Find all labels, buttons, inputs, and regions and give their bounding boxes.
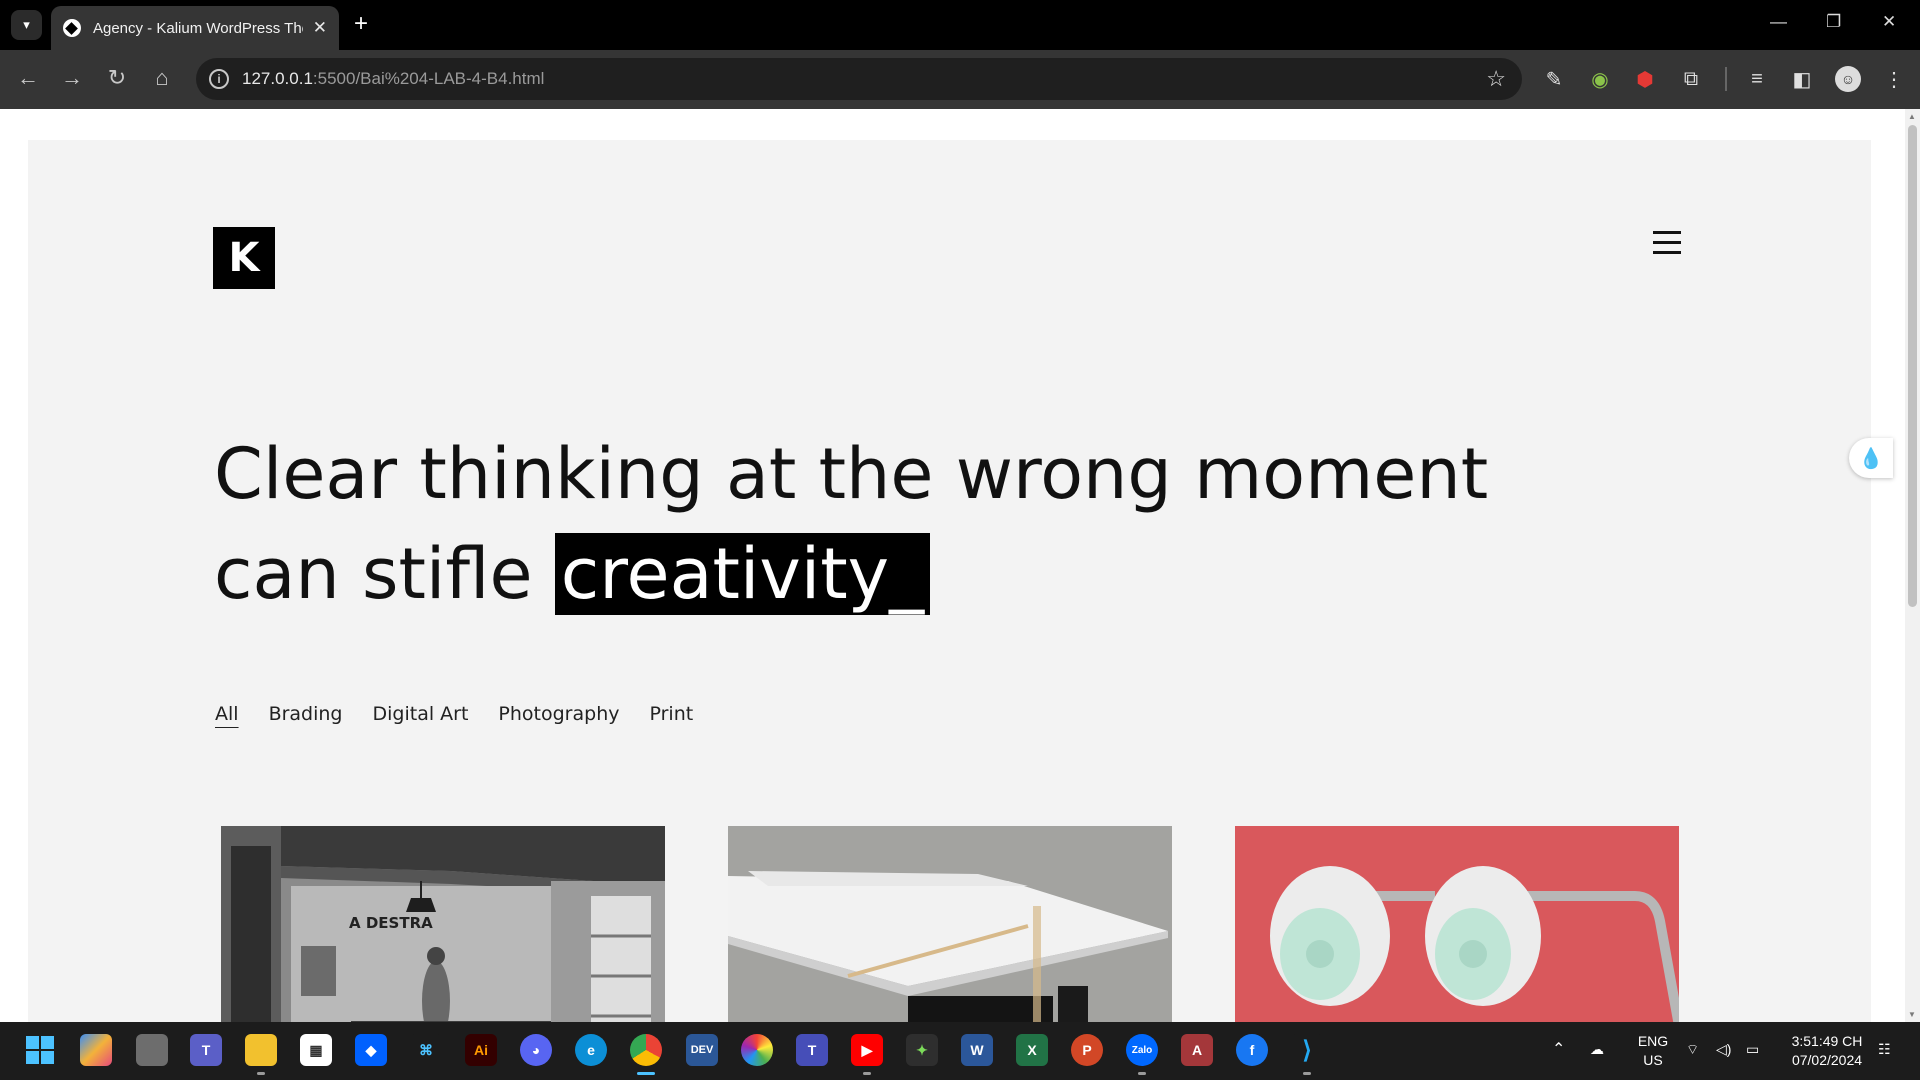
hamburger-menu-icon[interactable] — [1653, 231, 1681, 255]
portfolio-item-lamps[interactable] — [1235, 826, 1679, 1022]
browser-tab-active[interactable]: Agency - Kalium WordPress Theme ✕ — [51, 6, 339, 50]
browser-menu-icon[interactable]: ⋮ — [1881, 66, 1907, 92]
media-controls-icon[interactable]: ≡ — [1744, 66, 1770, 92]
filter-photography[interactable]: Photography — [498, 703, 619, 725]
filter-brading[interactable]: Brading — [269, 703, 343, 725]
filter-all[interactable]: All — [215, 703, 239, 725]
access-icon[interactable]: A — [1181, 1034, 1213, 1066]
teams-classic-icon[interactable]: T — [796, 1034, 828, 1066]
word-icon[interactable]: W — [961, 1034, 993, 1066]
facebook-icon[interactable]: f — [1236, 1034, 1268, 1066]
reload-button[interactable]: ↻ — [101, 62, 133, 94]
site-info-icon[interactable]: i — [209, 69, 229, 89]
portfolio-item-table[interactable] — [728, 826, 1172, 1022]
volume-icon[interactable]: ◁) — [1716, 1040, 1731, 1059]
floating-helper-button[interactable]: 💧 — [1849, 438, 1893, 478]
scroll-up-icon[interactable]: ▲ — [1908, 112, 1916, 121]
page-container: K Clear thinking at the wrong moment can… — [28, 140, 1871, 1022]
bookmark-star-icon[interactable]: ☆ — [1486, 66, 1506, 92]
minimize-button[interactable]: — — [1770, 12, 1787, 32]
copilot-icon[interactable] — [80, 1034, 112, 1066]
vscode-icon[interactable]: ⟩ — [1291, 1034, 1323, 1066]
extensions-puzzle-icon[interactable]: ⧉ — [1678, 66, 1704, 92]
wall-lettering: A DESTRA — [349, 914, 433, 932]
file-explorer-icon[interactable] — [245, 1034, 277, 1066]
office-image: A DESTRA — [221, 826, 665, 1022]
close-window-button[interactable]: ✕ — [1882, 12, 1896, 32]
hero-headline: Clear thinking at the wrong moment can s… — [214, 424, 1634, 624]
browser-tab-bar: ▾ Agency - Kalium WordPress Theme ✕ + — … — [0, 0, 1920, 50]
table-image — [728, 826, 1172, 1022]
profile-avatar[interactable]: ☺ — [1835, 66, 1861, 92]
forward-button[interactable]: → — [56, 62, 88, 94]
teams-icon[interactable]: T — [190, 1034, 222, 1066]
page-viewport: K Clear thinking at the wrong moment can… — [0, 109, 1905, 1022]
red-extension-icon[interactable]: ⬢ — [1632, 66, 1658, 92]
scrollbar-thumb[interactable] — [1908, 125, 1917, 607]
windows-taskbar: T ▦ ◆ ⌘ Ai ◕ e DEV T ▶ ✦ W X P Zalo A f … — [0, 1022, 1920, 1080]
tab-title: Agency - Kalium WordPress Theme — [92, 19, 303, 37]
new-tab-button[interactable]: + — [354, 10, 368, 38]
eyedropper-extension-icon[interactable]: ✎ — [1541, 66, 1567, 92]
tab-close-icon[interactable]: ✕ — [313, 18, 327, 38]
notification-bell-icon[interactable]: ☷ — [1878, 1040, 1891, 1059]
task-view-icon[interactable] — [136, 1034, 168, 1066]
onedrive-cloud-icon[interactable]: ☁ — [1590, 1040, 1604, 1059]
file-explorer-running-indicator — [257, 1072, 265, 1075]
toolbar-separator — [1725, 67, 1727, 91]
portfolio-item-office[interactable]: A DESTRA — [221, 826, 665, 1022]
start-button-icon[interactable] — [24, 1034, 56, 1066]
dropbox-icon[interactable]: ◆ — [355, 1034, 387, 1066]
excel-icon[interactable]: X — [1016, 1034, 1048, 1066]
scroll-down-icon[interactable]: ▼ — [1908, 1010, 1916, 1019]
dev-home-icon[interactable]: DEV — [686, 1034, 718, 1066]
color-picker-icon[interactable] — [741, 1034, 773, 1066]
terminal-icon[interactable]: ⌘ — [410, 1034, 442, 1066]
tab-search-button[interactable]: ▾ — [11, 10, 42, 40]
url-text[interactable]: 127.0.0.1:5500/Bai%204-LAB-4-B4.html — [242, 69, 544, 89]
filter-print[interactable]: Print — [649, 703, 693, 725]
page-scrollbar[interactable]: ▲ ▼ — [1905, 109, 1920, 1022]
git-kraken-icon[interactable]: ✦ — [906, 1034, 938, 1066]
home-button[interactable]: ⌂ — [146, 62, 178, 94]
green-extension-icon[interactable]: ◉ — [1587, 66, 1613, 92]
address-bar[interactable]: i 127.0.0.1:5500/Bai%204-LAB-4-B4.html ☆ — [196, 58, 1522, 100]
restore-button[interactable]: ❐ — [1826, 12, 1841, 32]
wifi-icon[interactable]: ⌔ — [1686, 1040, 1699, 1059]
portfolio-filters: All Brading Digital Art Photography Prin… — [215, 703, 723, 725]
language-indicator[interactable]: ENG US — [1635, 1032, 1671, 1070]
kalium-logo[interactable]: K — [213, 227, 275, 289]
powerpoint-icon[interactable]: P — [1071, 1034, 1103, 1066]
illustrator-icon[interactable]: Ai — [465, 1034, 497, 1066]
headline-highlight: creativity_ — [554, 533, 931, 615]
battery-icon[interactable]: ▭ — [1746, 1040, 1759, 1059]
filter-digital-art[interactable]: Digital Art — [373, 703, 469, 725]
back-button[interactable]: ← — [12, 62, 44, 94]
zalo-icon[interactable]: Zalo — [1126, 1034, 1158, 1066]
clock[interactable]: 3:51:49 CH 07/02/2024 — [1785, 1032, 1869, 1070]
chrome-icon[interactable] — [630, 1034, 662, 1066]
lamps-image — [1235, 826, 1679, 1022]
youtube-icon[interactable]: ▶ — [851, 1034, 883, 1066]
zalo-running-indicator — [1138, 1072, 1146, 1075]
youtube-running-indicator — [863, 1072, 871, 1075]
chrome-active-indicator — [637, 1072, 655, 1075]
tray-overflow-chevron-icon[interactable]: ⌃ — [1552, 1040, 1565, 1059]
microsoft-store-icon[interactable]: ▦ — [300, 1034, 332, 1066]
side-panel-icon[interactable]: ◧ — [1789, 66, 1815, 92]
edge-icon[interactable]: e — [575, 1034, 607, 1066]
site-favicon-icon — [63, 19, 81, 37]
vscode-running-indicator — [1303, 1072, 1311, 1075]
discord-icon[interactable]: ◕ — [520, 1034, 552, 1066]
